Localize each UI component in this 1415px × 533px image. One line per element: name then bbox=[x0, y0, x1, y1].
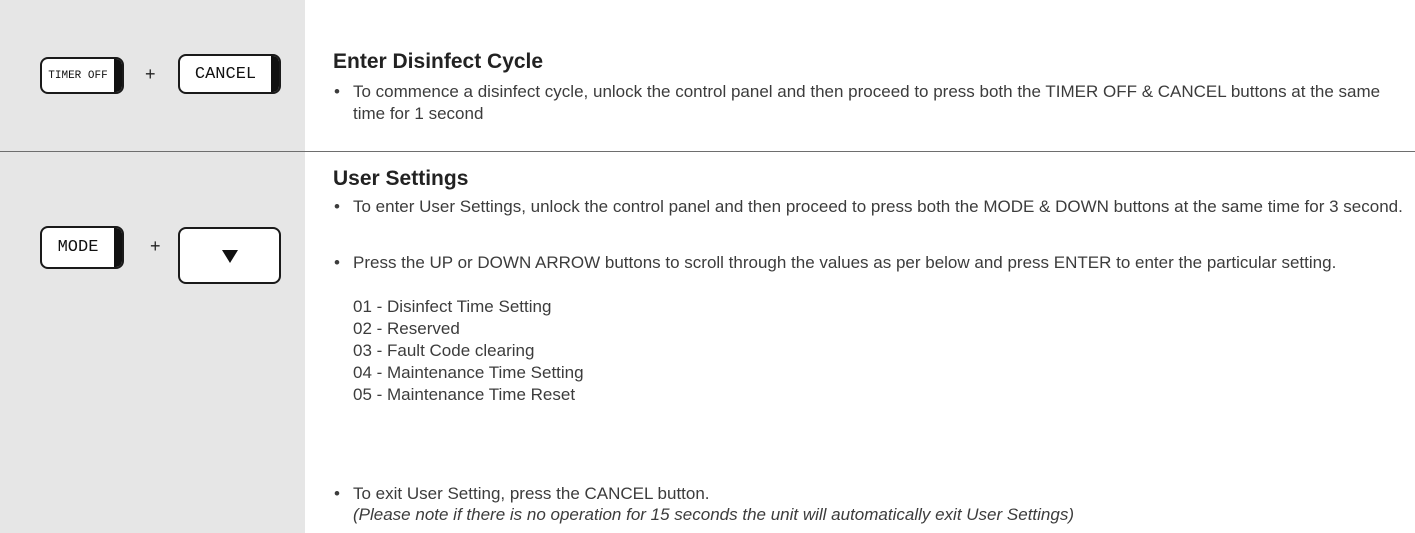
timer-off-key-label: TIMER OFF bbox=[48, 69, 108, 82]
settings-list: 01 - Disinfect Time Setting 02 - Reserve… bbox=[353, 296, 584, 406]
row-divider bbox=[0, 151, 1415, 152]
bullet-mark: • bbox=[334, 253, 340, 272]
down-arrow-icon bbox=[221, 250, 238, 263]
list-item: • To enter User Settings, unlock the con… bbox=[333, 196, 1405, 218]
section-title-user-settings: User Settings bbox=[333, 167, 469, 190]
bullet-mark: • bbox=[334, 82, 340, 101]
bullet-mark: • bbox=[334, 484, 340, 503]
bullet-text: To exit User Setting, press the CANCEL b… bbox=[353, 484, 710, 503]
timer-off-key: TIMER OFF bbox=[40, 57, 124, 94]
cancel-key: CANCEL bbox=[178, 54, 281, 94]
list-item: • Press the UP or DOWN ARROW buttons to … bbox=[333, 252, 1405, 274]
section-title-disinfect: Enter Disinfect Cycle bbox=[333, 50, 544, 73]
settings-list-item: 01 - Disinfect Time Setting bbox=[353, 297, 552, 316]
settings-list-item: 02 - Reserved bbox=[353, 319, 460, 338]
bullet-text: Press the UP or DOWN ARROW buttons to sc… bbox=[353, 253, 1337, 272]
cancel-key-label: CANCEL bbox=[194, 64, 257, 84]
bullet-mark: • bbox=[334, 197, 340, 216]
bullet-text: To enter User Settings, unlock the contr… bbox=[353, 197, 1403, 216]
list-item: • To commence a disinfect cycle, unlock … bbox=[333, 81, 1405, 125]
plus-sign: + bbox=[150, 236, 161, 256]
settings-list-item: 05 - Maintenance Time Reset bbox=[353, 385, 576, 404]
down-arrow-key bbox=[178, 227, 281, 284]
plus-sign: + bbox=[145, 64, 156, 84]
bullet-text: To commence a disinfect cycle, unlock th… bbox=[353, 82, 1381, 123]
list-item: • To exit User Setting, press the CANCEL… bbox=[333, 483, 1405, 505]
mode-key-label: MODE bbox=[57, 238, 99, 257]
mode-key: MODE bbox=[40, 226, 124, 269]
settings-list-item: 03 - Fault Code clearing bbox=[353, 341, 535, 360]
timeout-note: (Please note if there is no operation fo… bbox=[353, 505, 1074, 524]
settings-list-item: 04 - Maintenance Time Setting bbox=[353, 363, 584, 382]
